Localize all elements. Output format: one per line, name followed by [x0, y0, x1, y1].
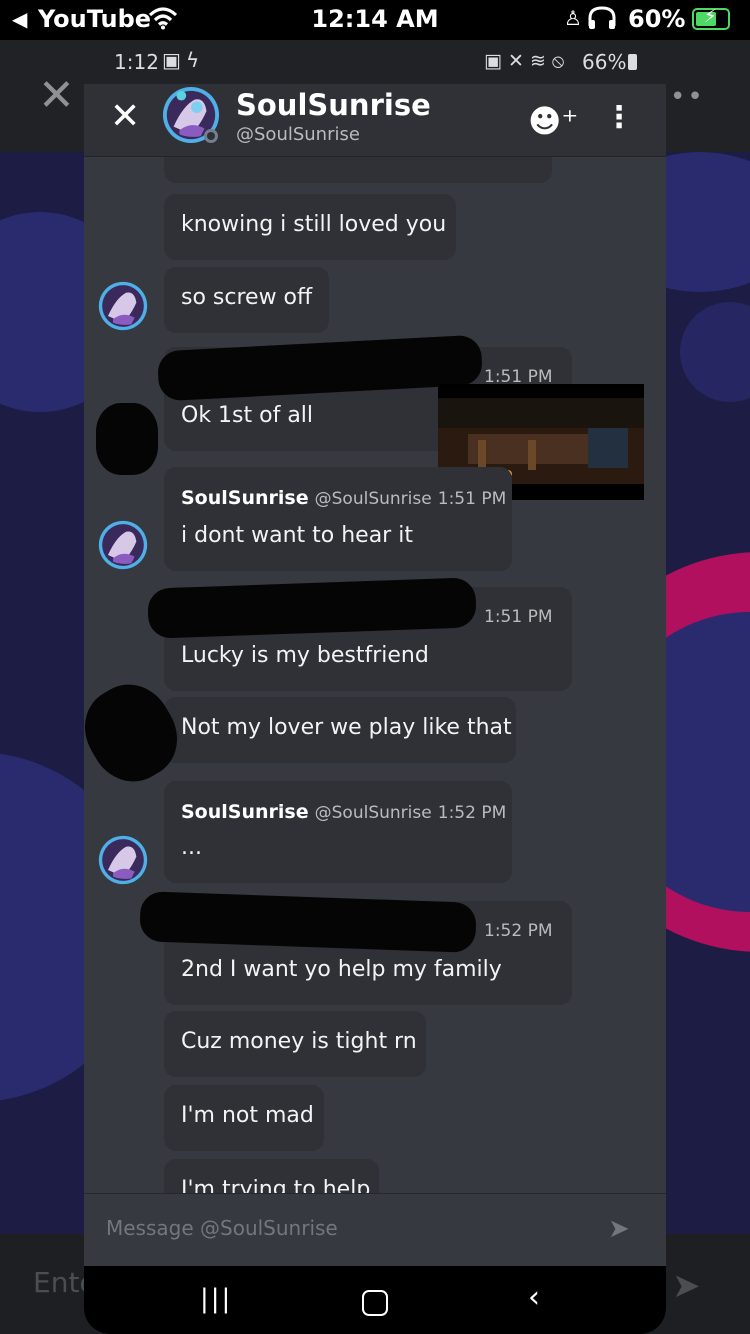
message-bubble[interactable]: so screw off [164, 267, 329, 333]
message-time: 1:51 PM [484, 607, 553, 627]
phone-status-bar: 1:12 ▣ ϟ ▣ ✕ ≋ ⦸ 66% [84, 40, 666, 84]
message-bubble[interactable]: SoulSunrise @SoulSunrise 1:51 PM i dont … [164, 467, 512, 571]
message-text: I'm not mad [181, 1103, 314, 1128]
user-avatar[interactable] [98, 835, 148, 885]
dm-handle: @SoulSunrise [236, 124, 360, 145]
message-text: Not my lover we play like that [181, 715, 512, 740]
message-bubble[interactable]: I'm not mad [164, 1085, 324, 1151]
bg-circle [680, 302, 750, 402]
message-author[interactable]: SoulSunrise [181, 487, 309, 509]
message-text: i dont want to hear it [181, 523, 413, 548]
message-bubble[interactable]: SoulSunrise @SoulSunrise 1:52 PM ... [164, 781, 512, 883]
battery-charging-icon: ⚡ [692, 6, 730, 30]
message-author[interactable]: SoulSunrise [181, 801, 309, 823]
message-header: SoulSunrise @SoulSunrise 1:51 PM [181, 487, 506, 509]
close-icon[interactable]: ✕ [110, 96, 140, 137]
message-input[interactable]: Message @SoulSunrise [106, 1216, 338, 1240]
message-time: 1:52 PM [484, 921, 553, 941]
message-bubble[interactable]: Not my lover we play like that [164, 697, 516, 763]
phone-system-icons: ▣ ✕ ≋ ⦸ [484, 50, 565, 72]
embedded-screenshot: 1:12 ▣ ϟ ▣ ✕ ≋ ⦸ 66% ✕ SoulSunrise @Soul… [84, 40, 666, 1334]
message-bubble[interactable]: I'm trying to help [164, 1159, 379, 1193]
phone-battery-percent: 66% [582, 50, 627, 74]
message-handle: @SoulSunrise [314, 489, 432, 509]
dm-header: ✕ SoulSunrise @SoulSunrise ☻⁺ ⋮ [84, 84, 666, 157]
message-header: SoulSunrise @SoulSunrise 1:52 PM [181, 801, 506, 823]
outer-more-icon[interactable]: •• [670, 82, 705, 112]
message-composer[interactable]: Message @SoulSunrise ➤ [84, 1193, 666, 1266]
message-bubble[interactable]: knowing i still loved you [164, 194, 456, 260]
phone-battery-icon [628, 54, 637, 70]
message-time: 1:51 PM [437, 489, 507, 509]
android-nav-bar: ||| ‹ [84, 1266, 666, 1334]
message-text: Ok 1st of all [181, 403, 314, 428]
outer-send-icon[interactable]: ➤ [672, 1266, 701, 1306]
add-friend-icon[interactable]: ☻⁺ [528, 102, 578, 140]
message-bubble[interactable] [164, 157, 552, 183]
ios-status-bar: ◀ YouTube 12:14 AM ♙ 60% ⚡ [0, 0, 750, 40]
phone-time: 1:12 [114, 50, 159, 74]
outer-close-icon[interactable]: ✕ [38, 70, 75, 121]
message-text: Cuz money is tight rn [181, 1029, 417, 1054]
more-options-icon[interactable]: ⋮ [604, 100, 634, 135]
message-text: so screw off [181, 285, 313, 310]
battery-percent: 60% [628, 5, 686, 33]
bolt-icon: ϟ [186, 48, 200, 72]
message-bubble[interactable]: Cuz money is tight rn [164, 1011, 426, 1077]
redacted-avatar [96, 403, 158, 475]
message-text: 2nd I want yo help my family [181, 957, 502, 982]
message-handle: @SoulSunrise [314, 803, 432, 823]
accessibility-icon: ♙ [564, 6, 582, 30]
message-text: Lucky is my bestfriend [181, 643, 429, 668]
home-icon[interactable] [362, 1290, 388, 1316]
message-time: 1:52 PM [437, 803, 507, 823]
image-icon: ▣ [162, 48, 181, 72]
status-indicator [204, 129, 218, 143]
dm-username: SoulSunrise [236, 88, 431, 122]
message-list: knowing i still loved you so screw off 1… [84, 157, 666, 1193]
message-text: knowing i still loved you [181, 212, 447, 237]
message-text: ... [181, 835, 202, 860]
back-icon[interactable]: ‹ [528, 1280, 540, 1315]
bolt-icon: ⚡ [704, 6, 717, 27]
recent-apps-icon[interactable]: ||| [200, 1284, 232, 1314]
message-text: I'm trying to help [181, 1177, 371, 1193]
headphones-icon [586, 6, 618, 35]
send-icon[interactable]: ➤ [608, 1214, 630, 1244]
user-avatar[interactable] [98, 520, 148, 570]
user-avatar[interactable] [98, 281, 148, 331]
